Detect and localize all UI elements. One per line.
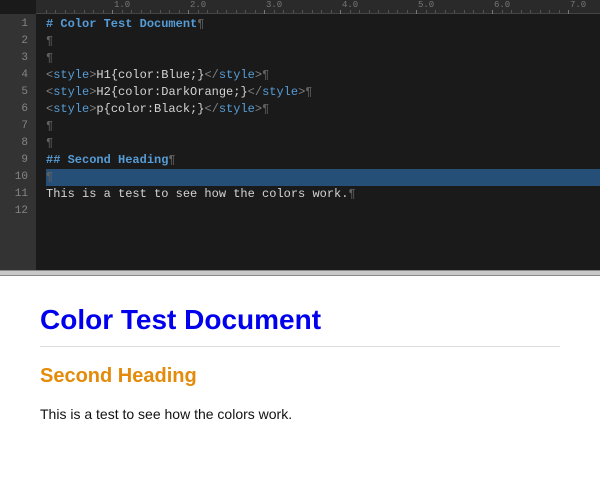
- line-number: 1: [0, 16, 28, 33]
- pilcrow-icon: ¶: [262, 102, 269, 116]
- line-number: 12: [0, 203, 28, 220]
- preview-divider: [40, 346, 560, 347]
- line-number: 2: [0, 33, 28, 50]
- code-line-3[interactable]: ¶: [46, 50, 600, 67]
- pilcrow-icon: ¶: [168, 153, 175, 167]
- pilcrow-icon: ¶: [46, 51, 53, 65]
- line-number: 3: [0, 50, 28, 67]
- pilcrow-icon: ¶: [197, 17, 204, 31]
- preview-heading-2: Second Heading: [40, 365, 560, 388]
- preview-paragraph: This is a test to see how the colors wor…: [40, 406, 560, 422]
- code-line-5[interactable]: <style>H2{color:DarkOrange;}</style>¶: [46, 84, 600, 101]
- pilcrow-icon: ¶: [46, 136, 53, 150]
- line-number: 10: [0, 169, 28, 186]
- code-line-8[interactable]: ¶: [46, 135, 600, 152]
- markdown-heading: # Color Test Document: [46, 17, 197, 31]
- line-number: 8: [0, 135, 28, 152]
- markdown-heading: ## Second Heading: [46, 153, 168, 167]
- line-number: 5: [0, 84, 28, 101]
- preview-pane: Color Test Document Second Heading This …: [0, 276, 600, 500]
- line-number: 7: [0, 118, 28, 135]
- editor-pane: 1.02.03.04.05.06.07.0 123456789101112 # …: [0, 0, 600, 270]
- line-number: 6: [0, 101, 28, 118]
- editor-body: 123456789101112 # Color Test Document¶ ¶…: [0, 14, 600, 270]
- code-area[interactable]: # Color Test Document¶ ¶ ¶ <style>H1{col…: [36, 14, 600, 270]
- code-line-11[interactable]: This is a test to see how the colors wor…: [46, 186, 600, 203]
- code-line-12[interactable]: [46, 203, 600, 220]
- line-number-gutter: 123456789101112: [0, 14, 36, 270]
- pilcrow-icon: ¶: [46, 119, 53, 133]
- code-line-9[interactable]: ## Second Heading¶: [46, 152, 600, 169]
- code-line-10-selected[interactable]: ¶: [46, 169, 600, 186]
- line-number: 4: [0, 67, 28, 84]
- line-number: 9: [0, 152, 28, 169]
- pilcrow-icon: ¶: [305, 85, 312, 99]
- ruler: 1.02.03.04.05.06.07.0: [36, 0, 600, 14]
- code-line-4[interactable]: <style>H1{color:Blue;}</style>¶: [46, 67, 600, 84]
- code-line-6[interactable]: <style>p{color:Black;}</style>¶: [46, 101, 600, 118]
- code-line-1[interactable]: # Color Test Document¶: [46, 16, 600, 33]
- pilcrow-icon: ¶: [348, 187, 355, 201]
- line-number: 11: [0, 186, 28, 203]
- pilcrow-icon: ¶: [46, 34, 53, 48]
- pilcrow-icon: ¶: [46, 170, 53, 184]
- code-line-2[interactable]: ¶: [46, 33, 600, 50]
- code-line-7[interactable]: ¶: [46, 118, 600, 135]
- pilcrow-icon: ¶: [262, 68, 269, 82]
- preview-heading-1: Color Test Document: [40, 304, 560, 336]
